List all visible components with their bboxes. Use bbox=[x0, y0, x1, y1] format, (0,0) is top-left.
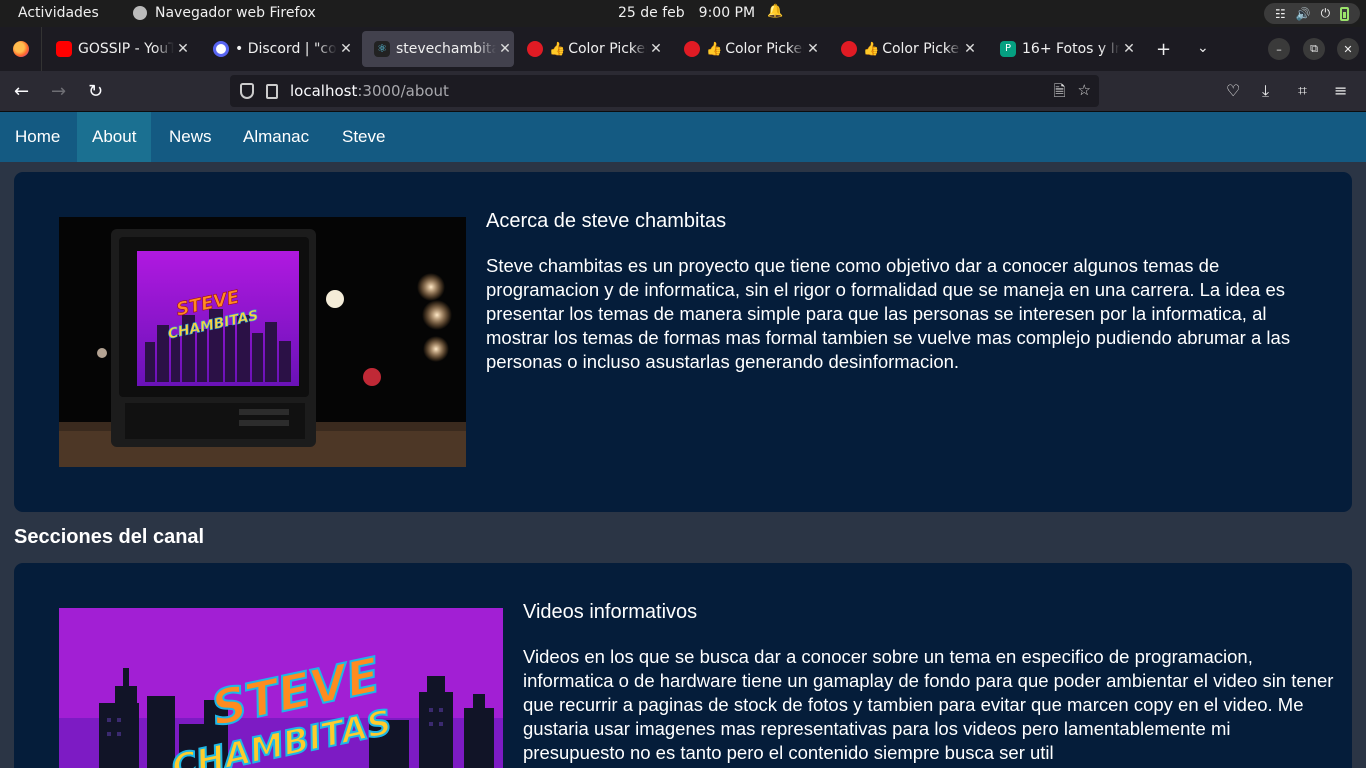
power-icon: ⏻ bbox=[1320, 6, 1331, 20]
url-host: localhost bbox=[290, 82, 358, 100]
city-skyline-illustration: STEVE CHAMBITAS bbox=[59, 608, 503, 768]
forward-icon[interactable]: → bbox=[51, 81, 66, 102]
tab-stevechambitas[interactable]: ⚛ stevechambitas ✕ bbox=[362, 31, 514, 67]
downloads-icon[interactable]: ⤓ bbox=[1262, 81, 1269, 101]
firefox-icon bbox=[12, 41, 29, 57]
extensions-icon[interactable]: ⌗ bbox=[1298, 81, 1307, 101]
close-tab-icon[interactable]: ✕ bbox=[961, 41, 979, 57]
tab-color-picker-2[interactable]: 👍 Color Picker ✕ bbox=[672, 31, 822, 67]
url-text[interactable]: localhost:3000/about bbox=[290, 82, 449, 100]
close-tab-icon[interactable]: ✕ bbox=[804, 41, 822, 57]
nav-link-home[interactable]: Home bbox=[0, 112, 75, 162]
activities-button[interactable]: Actividades bbox=[18, 5, 99, 21]
close-tab-icon[interactable]: ✕ bbox=[496, 41, 514, 57]
system-tray[interactable]: ☷ 🔊 ⏻ bbox=[1264, 3, 1360, 24]
youtube-icon bbox=[56, 41, 72, 57]
close-tab-icon[interactable]: ✕ bbox=[1120, 41, 1138, 57]
list-all-tabs-icon[interactable]: ⌄ bbox=[1197, 40, 1209, 56]
videos-heading: Videos informativos bbox=[523, 601, 698, 623]
os-top-bar: Actividades Navegador web Firefox 25 de … bbox=[0, 0, 1366, 27]
navigation-toolbar: ← → ↻ localhost:3000/about 🗎 ☆ ♡ ⤓ ⌗ ≡ bbox=[0, 71, 1366, 112]
site-nav: Home About News Almanac Steve bbox=[0, 112, 1366, 162]
nav-link-steve[interactable]: Steve bbox=[327, 112, 400, 162]
nav-link-about[interactable]: About bbox=[77, 112, 152, 162]
tab-title: Color Picker bbox=[882, 41, 961, 57]
menu-icon[interactable]: ≡ bbox=[1334, 81, 1347, 100]
reader-view-icon[interactable]: 🗎 bbox=[1053, 81, 1065, 106]
about-card: STEVE CHAMBITAS Acerca de steve chambita… bbox=[14, 172, 1352, 512]
date-label: 25 de feb bbox=[618, 5, 685, 21]
nav-link-almanac[interactable]: Almanac bbox=[228, 112, 324, 162]
city-logo-image: STEVE CHAMBITAS bbox=[59, 608, 503, 768]
tab-title: • Discord | "content" bbox=[235, 41, 337, 57]
about-heading: Acerca de steve chambitas bbox=[486, 210, 727, 232]
tracking-protection-shield-icon[interactable] bbox=[240, 83, 254, 99]
tab-color-picker-3[interactable]: 👍 Color Picker ✕ bbox=[829, 31, 979, 67]
minimize-icon[interactable]: – bbox=[1268, 38, 1290, 60]
back-icon[interactable]: ← bbox=[14, 81, 29, 102]
clock[interactable]: 25 de feb 9:00 PM bbox=[618, 5, 755, 21]
firefox-app-icon bbox=[133, 6, 147, 20]
videos-body: Videos en los que se busca dar a conocer… bbox=[523, 646, 1334, 763]
restore-icon[interactable]: ⧉ bbox=[1303, 38, 1325, 60]
nav-link-news[interactable]: News bbox=[154, 112, 227, 162]
app-name: Navegador web Firefox bbox=[155, 5, 316, 21]
url-path: :3000/about bbox=[357, 82, 449, 100]
battery-icon bbox=[1340, 6, 1349, 21]
retro-tv-image: STEVE CHAMBITAS bbox=[59, 217, 466, 467]
discord-icon bbox=[213, 41, 229, 57]
tab-title: Color Picker bbox=[725, 41, 804, 57]
close-tab-icon[interactable]: ✕ bbox=[647, 41, 665, 57]
time-label: 9:00 PM bbox=[698, 5, 756, 21]
videos-card: STEVE CHAMBITAS Videos informativos Vide… bbox=[14, 563, 1352, 768]
url-bar[interactable]: localhost:3000/about 🗎 ☆ bbox=[230, 75, 1099, 107]
network-icon: ☷ bbox=[1274, 6, 1286, 21]
thumbs-up-icon: 👍 bbox=[706, 41, 723, 57]
react-icon: ⚛ bbox=[374, 41, 390, 57]
color-picker-icon bbox=[684, 41, 700, 57]
tab-title: 16+ Fotos y Imágenes bbox=[1022, 41, 1120, 57]
tab-color-picker-1[interactable]: 👍 Color Picker ✕ bbox=[515, 31, 665, 67]
color-picker-icon bbox=[841, 41, 857, 57]
about-body: Steve chambitas es un proyecto que tiene… bbox=[486, 255, 1291, 372]
bookmark-star-icon[interactable]: ☆ bbox=[1078, 81, 1091, 106]
close-tab-icon[interactable]: ✕ bbox=[174, 41, 192, 57]
pexels-icon: P bbox=[1000, 41, 1016, 57]
tab-youtube[interactable]: GOSSIP - YouTube ✕ bbox=[44, 31, 192, 67]
thumbs-up-icon: 👍 bbox=[863, 41, 880, 57]
tab-pexels[interactable]: P 16+ Fotos y Imágenes ✕ bbox=[988, 31, 1138, 67]
tab-discord[interactable]: • Discord | "content" ✕ bbox=[201, 31, 355, 67]
thumbs-up-icon: 👍 bbox=[549, 41, 566, 57]
color-picker-icon bbox=[527, 41, 543, 57]
tab-strip: GOSSIP - YouTube ✕ • Discord | "content"… bbox=[0, 27, 1366, 71]
tab-title: stevechambitas bbox=[396, 41, 496, 57]
reload-icon[interactable]: ↻ bbox=[88, 81, 103, 102]
app-menu[interactable]: Navegador web Firefox bbox=[133, 5, 316, 21]
pocket-icon[interactable]: ♡ bbox=[1226, 81, 1240, 100]
retro-tv-illustration: STEVE CHAMBITAS bbox=[59, 217, 466, 467]
tab-title: GOSSIP - YouTube bbox=[78, 41, 174, 57]
new-tab-icon[interactable]: + bbox=[1156, 39, 1171, 60]
notification-bell-icon[interactable]: 🔔 bbox=[767, 4, 783, 19]
sections-title: Secciones del canal bbox=[14, 526, 205, 548]
tab-title: Color Picker bbox=[568, 41, 647, 57]
close-window-icon[interactable]: ✕ bbox=[1337, 38, 1359, 60]
close-tab-icon[interactable]: ✕ bbox=[337, 41, 355, 57]
volume-icon: 🔊 bbox=[1295, 6, 1311, 21]
page-info-icon[interactable] bbox=[266, 83, 278, 99]
firefox-view-button[interactable] bbox=[0, 27, 42, 71]
